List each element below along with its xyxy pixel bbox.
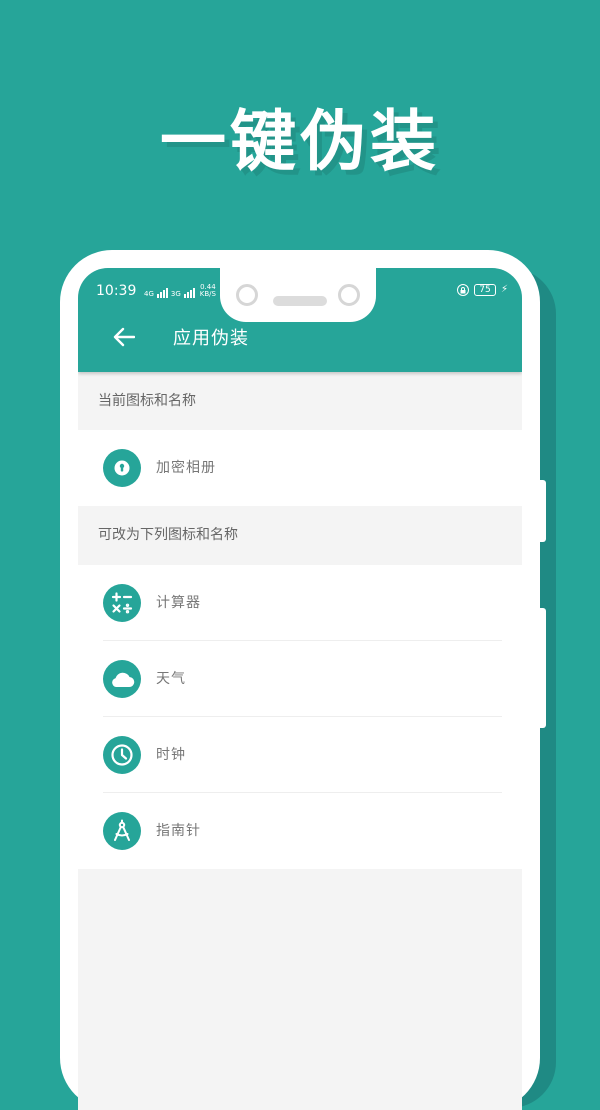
back-button[interactable] (110, 323, 138, 351)
compass-icon (103, 812, 141, 850)
battery-level: 75 (473, 284, 496, 296)
cloud-icon (103, 660, 141, 698)
keyhole-icon (103, 449, 141, 487)
phone-screen: 10:39 4G 3G 0.44 KB/S 75 ⚡ 应用伪装 当前图标和名称 … (78, 268, 522, 1110)
arrow-left-icon (113, 327, 135, 347)
signal-label-1: 4G (144, 290, 154, 298)
net-speed-unit: KB/S (199, 290, 216, 298)
rotation-lock-icon (456, 284, 469, 296)
option-item-clock[interactable]: 时钟 (78, 717, 522, 793)
current-app-label: 加密相册 (156, 460, 216, 476)
status-right: 75 ⚡ (456, 284, 508, 296)
status-time: 10:39 (96, 283, 137, 299)
option-label: 计算器 (156, 595, 201, 611)
earpiece-speaker (273, 296, 327, 306)
net-speed: 0.44 KB/S (200, 284, 216, 298)
calculator-icon (103, 584, 141, 622)
side-button (536, 480, 546, 542)
volume-button (536, 608, 546, 728)
option-item-compass[interactable]: 指南针 (78, 793, 522, 869)
option-item-calculator[interactable]: 计算器 (78, 565, 522, 641)
front-sensor (338, 284, 360, 306)
option-item-weather[interactable]: 天气 (78, 641, 522, 717)
clock-icon (103, 736, 141, 774)
current-app-item: 加密相册 (78, 430, 522, 506)
front-camera (236, 284, 258, 306)
current-section-header: 当前图标和名称 (78, 372, 522, 430)
option-label: 时钟 (156, 747, 186, 763)
camera-notch (220, 268, 376, 322)
option-label: 指南针 (156, 823, 201, 839)
promo-headline: 一键伪装 (160, 103, 440, 180)
phone-frame: 10:39 4G 3G 0.44 KB/S 75 ⚡ 应用伪装 当前图标和名称 … (60, 250, 546, 1110)
status-signal: 4G 3G 0.44 KB/S (144, 284, 216, 298)
signal-bars-icon (156, 288, 168, 298)
page-title: 应用伪装 (173, 328, 249, 349)
options-section-header: 可改为下列图标和名称 (78, 506, 522, 564)
charging-icon: ⚡ (500, 284, 508, 295)
signal-label-2: 3G (170, 290, 181, 298)
signal-bars-icon (183, 288, 195, 298)
option-label: 天气 (156, 671, 186, 687)
